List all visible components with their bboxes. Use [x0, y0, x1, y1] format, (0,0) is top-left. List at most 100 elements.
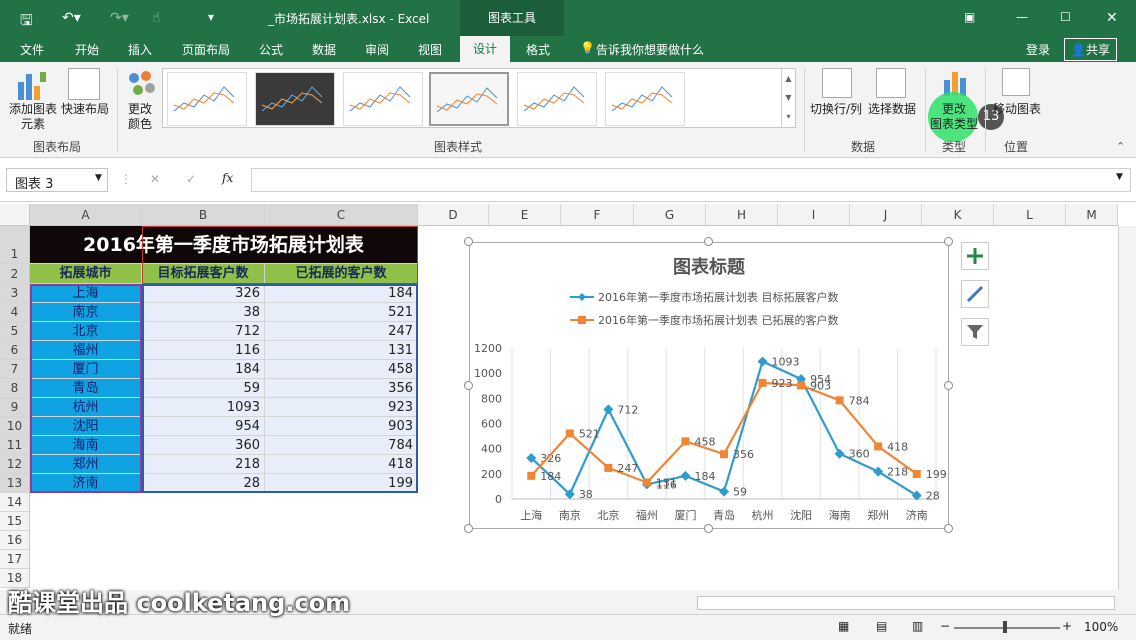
done-cell[interactable]: 418: [265, 455, 418, 474]
tab-home[interactable]: 开始: [75, 41, 99, 58]
normal-view-icon[interactable]: ▦: [838, 619, 849, 633]
column-header-i[interactable]: I: [778, 204, 850, 226]
done-cell[interactable]: 458: [265, 360, 418, 379]
sign-in-link[interactable]: 登录: [1026, 41, 1050, 58]
line-chart[interactable]: 图表标题 0 200 400 600 800 1000 1200 上海 南京 北京 福州 厦门 青岛 杭州 沈…: [469, 242, 949, 529]
select-all-corner[interactable]: [0, 204, 30, 226]
enter-icon[interactable]: ✓: [186, 172, 196, 186]
column-header-a[interactable]: A: [30, 204, 142, 226]
city-cell[interactable]: 杭州: [30, 398, 142, 417]
row-header-13[interactable]: 13: [0, 474, 30, 493]
row-header-12[interactable]: 12: [0, 455, 30, 474]
row-header-1[interactable]: 1: [0, 226, 30, 264]
done-cell[interactable]: 199: [265, 474, 418, 493]
page-layout-view-icon[interactable]: ▤: [876, 619, 887, 633]
city-cell[interactable]: 南京: [30, 303, 142, 322]
chart-styles-button[interactable]: [961, 280, 989, 308]
done-cell[interactable]: 903: [265, 417, 418, 436]
chart-style-4-selected[interactable]: [429, 72, 509, 126]
done-cell[interactable]: 356: [265, 379, 418, 398]
row-header-14[interactable]: 14: [0, 493, 30, 512]
chart-style-2[interactable]: [255, 72, 335, 126]
tab-insert[interactable]: 插入: [128, 41, 152, 58]
resize-handle[interactable]: [704, 524, 713, 533]
change-chart-type-button[interactable]: 更改 图表类型: [926, 102, 982, 132]
select-data-button[interactable]: 选择数据: [866, 102, 918, 117]
city-cell[interactable]: 济南: [30, 474, 142, 493]
target-cell[interactable]: 712: [142, 322, 265, 341]
tab-format[interactable]: 格式: [526, 41, 550, 58]
expand-formula-icon[interactable]: ▼: [1116, 172, 1123, 182]
row-header-15[interactable]: 15: [0, 512, 30, 531]
column-header-e[interactable]: E: [489, 204, 561, 226]
gallery-scroll[interactable]: ▲ ▼ ▾: [781, 69, 795, 127]
resize-handle[interactable]: [944, 380, 953, 390]
row-header-6[interactable]: 6: [0, 341, 30, 360]
vertical-scrollbar[interactable]: [1118, 226, 1136, 590]
touch-mode-icon[interactable]: ☝: [152, 10, 161, 26]
tab-page-layout[interactable]: 页面布局: [182, 41, 230, 58]
done-cell[interactable]: 247: [265, 322, 418, 341]
row-header-7[interactable]: 7: [0, 360, 30, 379]
chart-elements-button[interactable]: [961, 242, 989, 270]
target-cell[interactable]: 326: [142, 284, 265, 303]
tab-review[interactable]: 审阅: [365, 41, 389, 58]
chart-style-6[interactable]: [605, 72, 685, 126]
chart-style-1[interactable]: [167, 72, 247, 126]
page-break-view-icon[interactable]: ▥: [912, 619, 923, 633]
chevron-down-icon[interactable]: ▼: [95, 173, 102, 183]
resize-handle[interactable]: [464, 524, 473, 533]
tab-design[interactable]: 设计: [460, 36, 510, 62]
resize-handle[interactable]: [944, 237, 953, 246]
target-cell[interactable]: 218: [142, 455, 265, 474]
formula-input[interactable]: [251, 168, 1131, 192]
target-cell[interactable]: 184: [142, 360, 265, 379]
city-cell[interactable]: 上海: [30, 284, 142, 303]
resize-handle[interactable]: [704, 237, 713, 246]
zoom-slider-thumb[interactable]: [1003, 621, 1007, 633]
switch-row-column-button[interactable]: 切换行/列: [806, 102, 866, 117]
done-cell[interactable]: 784: [265, 436, 418, 455]
done-cell[interactable]: 521: [265, 303, 418, 322]
column-header-j[interactable]: J: [850, 204, 922, 226]
column-header-g[interactable]: G: [634, 204, 706, 226]
insert-function-icon[interactable]: fx: [222, 171, 233, 185]
target-cell[interactable]: 1093: [142, 398, 265, 417]
save-icon[interactable]: 🖫: [20, 10, 33, 35]
change-colors-button[interactable]: 更改 颜色: [120, 102, 160, 132]
resize-handle[interactable]: [944, 524, 953, 533]
zoom-level[interactable]: 100%: [1084, 620, 1118, 634]
column-header-d[interactable]: D: [418, 204, 489, 226]
tab-file[interactable]: 文件: [20, 41, 44, 58]
row-header-3[interactable]: 3: [0, 284, 30, 303]
column-header-l[interactable]: L: [994, 204, 1066, 226]
tab-view[interactable]: 视图: [418, 41, 442, 58]
column-header-b[interactable]: B: [142, 204, 265, 226]
ribbon-display-icon[interactable]: ▣: [964, 10, 975, 24]
move-chart-button[interactable]: 移动图表: [990, 102, 1044, 117]
city-cell[interactable]: 北京: [30, 322, 142, 341]
table-header-3[interactable]: 已拓展的客户数: [265, 264, 418, 284]
add-chart-element-button[interactable]: 添加图表 元素: [4, 102, 62, 132]
collapse-ribbon-icon[interactable]: ⌃: [1116, 140, 1125, 153]
zoom-slider[interactable]: [954, 627, 1060, 629]
chart-style-3[interactable]: [343, 72, 423, 126]
table-header-2[interactable]: 目标拓展客户数: [142, 264, 265, 284]
done-cell[interactable]: 131: [265, 341, 418, 360]
tab-formulas[interactable]: 公式: [259, 41, 283, 58]
undo-icon[interactable]: ↶▾: [62, 10, 81, 26]
resize-handle[interactable]: [464, 380, 473, 390]
column-header-h[interactable]: H: [706, 204, 778, 226]
city-cell[interactable]: 沈阳: [30, 417, 142, 436]
customize-qat-icon[interactable]: ▾: [208, 10, 214, 24]
table-header-1[interactable]: 拓展城市: [30, 264, 142, 284]
row-header-8[interactable]: 8: [0, 379, 30, 398]
row-header-4[interactable]: 4: [0, 303, 30, 322]
row-header-16[interactable]: 16: [0, 531, 30, 550]
target-cell[interactable]: 59: [142, 379, 265, 398]
city-cell[interactable]: 郑州: [30, 455, 142, 474]
target-cell[interactable]: 954: [142, 417, 265, 436]
target-cell[interactable]: 360: [142, 436, 265, 455]
horizontal-scrollbar[interactable]: [697, 596, 1115, 610]
zoom-out-icon[interactable]: −: [940, 619, 950, 633]
